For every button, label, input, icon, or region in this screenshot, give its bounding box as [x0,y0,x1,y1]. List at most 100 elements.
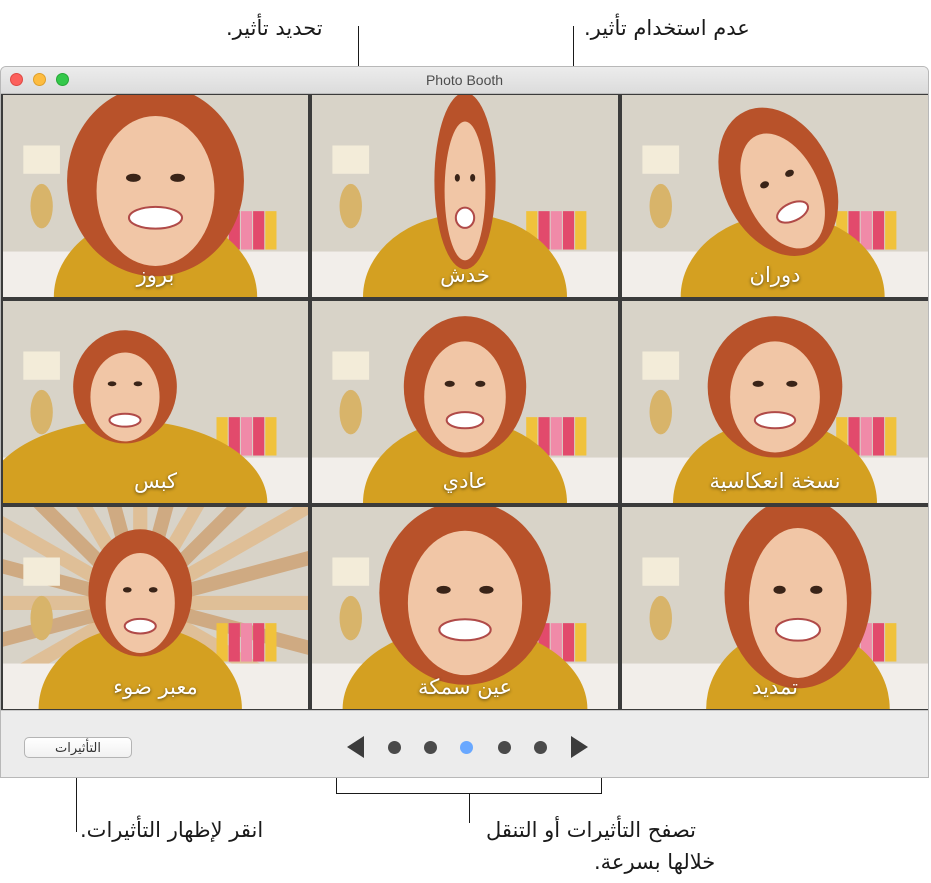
effect-cell-squeeze[interactable]: خدش [312,95,618,297]
pillow-stripe [562,417,575,456]
title-bar: Photo Booth [1,67,928,94]
eye [122,587,132,593]
pillow-stripe [240,623,253,662]
lamp-shade [23,351,60,380]
eye [470,174,476,182]
face [730,341,820,453]
page-dot-3[interactable] [460,741,473,754]
smile [127,205,184,230]
pillow-stripe [562,211,575,250]
callout-browse-effects-2: خلالها بسرعة. [594,850,716,874]
face [748,527,847,678]
lamp-base [339,595,362,641]
effects-button[interactable]: التأثيرات [24,737,132,758]
callout-line-browse [469,793,470,823]
lamp-shade [332,351,370,380]
face-group [403,316,527,458]
effect-label: عادي [442,469,488,493]
callout-no-effect: عدم استخدام تأثير. [584,16,750,40]
effects-grid: بروز خدش دوران كبس عادي نسخة انعكاسية مع… [1,94,928,710]
lamp-base [30,595,53,641]
smile [108,412,142,428]
effect-label: خدش [440,263,490,287]
callout-select-effect: تحديد تأثير. [226,16,323,40]
eye [148,587,158,593]
pillow-stripe [240,417,253,456]
photo-booth-window: Photo Booth بروز خدش دوران كبس عادي نسخة… [0,66,929,778]
page-dot-5[interactable] [534,741,547,754]
pillow-stripe [265,417,277,456]
callout-browse-effects-1: تصفح التأثيرات أو التنقل [486,818,697,842]
previous-page-arrow-icon[interactable] [347,736,364,758]
face [90,352,160,442]
next-page-arrow-icon[interactable] [571,736,588,758]
pillow-stripe [885,211,897,250]
effect-cell-twirl[interactable]: دوران [622,95,928,297]
bottom-toolbar: التأثيرات [1,710,928,777]
smile [774,617,822,642]
eye [454,174,460,182]
lamp-base [339,183,362,229]
pillow-stripe [562,623,575,662]
effect-cell-normal[interactable]: عادي [312,301,618,503]
lamp-base [649,183,672,229]
effect-label: معبر ضوء [113,675,198,699]
pillow-stripe [860,417,872,456]
pillow-stripe [575,417,587,456]
effect-cell-mirror[interactable]: نسخة انعكاسية [622,301,928,503]
pillow-stripe [575,623,587,662]
pillow-stripe [872,623,885,662]
effect-label: نسخة انعكاسية [709,469,841,493]
pillow-stripe [253,211,265,250]
smile [753,411,797,430]
effect-cell-bulge[interactable]: بروز [3,95,308,297]
lamp-base [649,595,672,641]
effect-label: عين سمكة [417,675,513,699]
face [424,341,506,453]
effect-cell-dent[interactable]: كبس [3,301,308,503]
eye [773,585,786,594]
pillow-stripe [885,623,897,662]
effect-label: كبس [133,469,178,493]
smile [454,206,476,229]
lamp-base [649,389,672,435]
pillow-stripe [265,211,277,250]
face-group [73,330,177,444]
eye [436,585,451,594]
pillow-stripe [253,623,265,662]
eye [810,585,823,594]
pillow-stripe [575,211,587,250]
lamp-shade [332,145,370,174]
lamp-shade [23,145,60,174]
face [105,552,175,653]
effect-cell-stretch[interactable]: تمديد [622,507,928,709]
pillow-stripe [872,211,885,250]
effect-cell-fisheye[interactable]: عين سمكة [312,507,618,709]
pillow-stripe [885,417,897,456]
lamp-shade [642,145,680,174]
page-dot-4[interactable] [498,741,511,754]
lamp-base [30,389,53,435]
pillow-stripe [240,211,253,250]
eye [444,380,455,387]
effect-label: بروز [136,263,175,287]
face-group [707,316,843,458]
pillow-stripe [550,417,562,456]
effect-label: دوران [749,263,801,287]
pillow-stripe [216,623,228,662]
eye [475,380,486,387]
effect-cell-light-tunnel[interactable]: معبر ضوء [3,507,308,709]
pillow-stripe [550,211,562,250]
lamp-base [339,389,362,435]
page-dot-1[interactable] [388,741,401,754]
smile [445,411,485,430]
eye [126,173,141,182]
page-dot-2[interactable] [424,741,437,754]
pillow-stripe [860,211,872,250]
eye [752,380,764,387]
lamp-shade [642,557,680,586]
callout-show-effects: انقر لإظهار التأثيرات. [80,818,264,842]
pillow-stripe [265,623,277,662]
face-group [379,507,551,685]
eye [107,381,117,387]
